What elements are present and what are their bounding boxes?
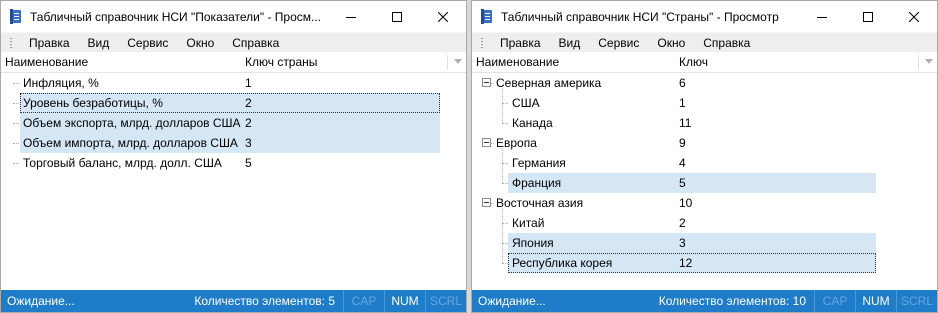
cell-name: Канада xyxy=(512,116,553,130)
table-row[interactable]: Объем экспорта, млрд. долларов США 2 xyxy=(13,113,440,133)
cell-key: 6 xyxy=(679,76,686,90)
title-bar[interactable]: Табличный справочник НСИ "Показатели" - … xyxy=(1,1,466,32)
cell-name: Восточная азия xyxy=(496,196,584,210)
cell-key: 5 xyxy=(679,176,686,190)
status-scrl-indicator: SCRL xyxy=(425,290,466,312)
grid-header: Наименование Ключ страны xyxy=(1,52,466,73)
menu-edit[interactable]: Правка xyxy=(20,33,79,53)
column-header-name[interactable]: Наименование xyxy=(476,55,559,69)
toolbar-grip-icon[interactable] xyxy=(480,36,484,49)
status-bar: Ожидание... Количество элементов: 10 CAP… xyxy=(472,290,937,312)
column-header-key[interactable]: Ключ страны xyxy=(245,55,317,69)
cell-name: Германия xyxy=(512,156,566,170)
column-chooser-icon[interactable] xyxy=(925,59,933,64)
maximize-icon[interactable] xyxy=(845,1,891,32)
menu-edit[interactable]: Правка xyxy=(491,33,550,53)
app-document-icon xyxy=(10,9,22,24)
status-num-indicator: NUM xyxy=(384,290,425,312)
app-document-icon xyxy=(481,9,493,24)
data-grid[interactable]: Наименование Ключ страны Инфляция, % 1 Уро… xyxy=(1,52,466,290)
tree-child-row[interactable]: Республика корея 12 xyxy=(508,253,876,273)
window-title: Табличный справочник НСИ "Страны" - Прос… xyxy=(501,9,779,24)
table-row[interactable]: Инфляция, % 1 xyxy=(13,73,440,93)
cell-key: 9 xyxy=(679,136,686,150)
status-element-count: Количество элементов: 5 xyxy=(194,294,335,308)
window-countries: Табличный справочник НСИ "Страны" - Прос… xyxy=(471,0,938,313)
menu-view[interactable]: Вид xyxy=(550,33,590,53)
tree-group-row[interactable]: Восточная азия 10 xyxy=(494,193,876,213)
close-icon[interactable] xyxy=(420,1,466,32)
menu-bar: Правка Вид Сервис Окно Справка xyxy=(1,32,466,52)
status-text: Ожидание... xyxy=(478,294,546,308)
menu-service[interactable]: Сервис xyxy=(118,33,177,53)
cell-key: 4 xyxy=(679,156,686,170)
tree-grid[interactable]: Наименование Ключ Северная америка 6 США 1 К… xyxy=(472,52,937,290)
maximize-icon[interactable] xyxy=(374,1,420,32)
title-bar[interactable]: Табличный справочник НСИ "Страны" - Прос… xyxy=(472,1,937,32)
cell-name: Франция xyxy=(512,176,562,190)
column-chooser-icon[interactable] xyxy=(454,59,462,64)
window-title: Табличный справочник НСИ "Показатели" - … xyxy=(30,9,322,24)
menu-bar: Правка Вид Сервис Окно Справка xyxy=(472,32,937,52)
cell-name: Республика корея xyxy=(512,256,613,270)
table-row[interactable]: Уровень безработицы, % 2 xyxy=(13,93,440,113)
cell-name: Объем импорта, млрд. долларов США xyxy=(23,136,238,150)
minimize-icon[interactable] xyxy=(799,1,845,32)
status-cap-indicator: CAP xyxy=(814,290,855,312)
table-row[interactable]: Объем импорта, млрд. долларов США 3 xyxy=(13,133,440,153)
cell-name: США xyxy=(512,96,540,110)
tree-child-row[interactable]: США 1 xyxy=(508,93,876,113)
status-cap-indicator: CAP xyxy=(343,290,384,312)
close-icon[interactable] xyxy=(891,1,937,32)
status-text: Ожидание... xyxy=(7,294,75,308)
cell-name: Торговый баланс, млрд. долл. США xyxy=(23,156,222,170)
collapse-icon[interactable] xyxy=(482,198,491,207)
minimize-icon[interactable] xyxy=(328,1,374,32)
tree-group-row[interactable]: Северная америка 6 xyxy=(494,73,876,93)
menu-service[interactable]: Сервис xyxy=(589,33,648,53)
grid-header: Наименование Ключ xyxy=(472,52,937,73)
menu-window[interactable]: Окно xyxy=(177,33,223,53)
tree-child-row[interactable]: Канада 11 xyxy=(508,113,876,133)
status-scrl-indicator: SCRL xyxy=(896,290,937,312)
cell-key: 1 xyxy=(245,76,252,90)
cell-key: 5 xyxy=(245,156,252,170)
menu-help[interactable]: Справка xyxy=(223,33,288,53)
menu-help[interactable]: Справка xyxy=(694,33,759,53)
status-element-count: Количество элементов: 10 xyxy=(658,294,806,308)
window-indicators: Табличный справочник НСИ "Показатели" - … xyxy=(0,0,467,313)
cell-key: 11 xyxy=(679,116,692,130)
cell-name: Япония xyxy=(512,236,554,250)
collapse-icon[interactable] xyxy=(482,138,491,147)
column-header-name[interactable]: Наименование xyxy=(5,55,88,69)
cell-name: Уровень безработицы, % xyxy=(23,96,163,110)
status-num-indicator: NUM xyxy=(855,290,896,312)
cell-key: 2 xyxy=(679,216,686,230)
tree-child-row[interactable]: Китай 2 xyxy=(508,213,876,233)
cell-key: 2 xyxy=(245,116,252,130)
tree-group-row[interactable]: Европа 9 xyxy=(494,133,876,153)
tree-child-row[interactable]: Япония 3 xyxy=(508,233,876,253)
menu-window[interactable]: Окно xyxy=(648,33,694,53)
cell-key: 2 xyxy=(245,96,252,110)
column-header-key[interactable]: Ключ xyxy=(679,55,708,69)
cell-key: 10 xyxy=(679,196,693,210)
cell-name: Объем экспорта, млрд. долларов США xyxy=(23,116,241,130)
menu-view[interactable]: Вид xyxy=(79,33,119,53)
cell-name: Северная америка xyxy=(496,76,602,90)
status-bar: Ожидание... Количество элементов: 5 CAP … xyxy=(1,290,466,312)
cell-key: 3 xyxy=(245,136,252,150)
table-row[interactable]: Торговый баланс, млрд. долл. США 5 xyxy=(13,153,440,173)
toolbar-grip-icon[interactable] xyxy=(9,36,13,49)
cell-name: Инфляция, % xyxy=(23,76,99,90)
tree-child-row[interactable]: Франция 5 xyxy=(508,173,876,193)
tree-child-row[interactable]: Германия 4 xyxy=(508,153,876,173)
cell-key: 3 xyxy=(679,236,686,250)
collapse-icon[interactable] xyxy=(482,78,491,87)
cell-key: 12 xyxy=(679,256,693,270)
cell-name: Китай xyxy=(512,216,545,230)
cell-key: 1 xyxy=(679,96,686,110)
